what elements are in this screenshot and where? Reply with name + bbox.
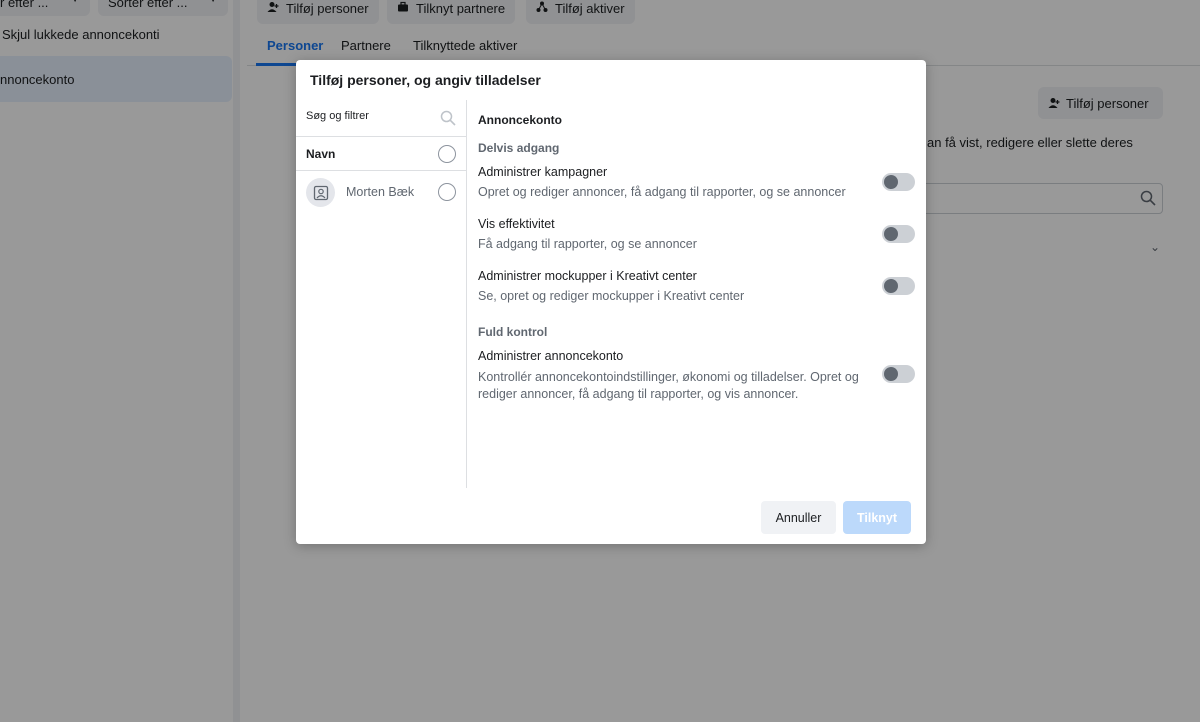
- section-title-ad-account: Annoncekonto: [478, 113, 562, 127]
- person-list-item[interactable]: Morten Bæk: [296, 172, 466, 212]
- manage-campaigns-toggle[interactable]: [882, 173, 915, 191]
- toggle-knob: [884, 279, 898, 293]
- column-divider: [466, 100, 467, 488]
- permission-description: Opret og rediger annoncer, få adgang til…: [478, 185, 846, 199]
- add-people-dialog: Tilføj personer, og angiv tilladelser Na…: [296, 60, 926, 544]
- manage-mockups-toggle[interactable]: [882, 277, 915, 295]
- select-all-radio[interactable]: [438, 145, 456, 163]
- permission-title: Administrer kampagner: [478, 165, 608, 179]
- permission-title: Administrer mockupper i Kreativt center: [478, 269, 697, 283]
- group-label-partial-access: Delvis adgang: [478, 141, 560, 155]
- permission-description: Kontrollér annoncekontoindstillinger, øk…: [478, 370, 859, 401]
- dialog-title: Tilføj personer, og angiv tilladelser: [310, 72, 541, 88]
- person-select-radio[interactable]: [438, 183, 456, 201]
- person-name: Morten Bæk: [346, 185, 415, 199]
- permission-description: Få adgang til rapporter, og se annoncer: [478, 237, 697, 251]
- cancel-button[interactable]: Annuller: [761, 501, 836, 534]
- permission-description: Se, opret og rediger mockupper i Kreativ…: [478, 289, 745, 303]
- name-header-row: Navn: [296, 137, 466, 171]
- connect-button[interactable]: Tilknyt: [843, 501, 911, 534]
- toggle-knob: [884, 175, 898, 189]
- search-icon: [440, 110, 456, 126]
- avatar-placeholder-icon: [313, 185, 328, 200]
- toggle-knob: [884, 227, 898, 241]
- permission-title: Administrer annoncekonto: [478, 349, 624, 363]
- permission-title: Vis effektivitet: [478, 217, 555, 231]
- view-performance-toggle[interactable]: [882, 225, 915, 243]
- group-label-full-control: Fuld kontrol: [478, 325, 548, 339]
- people-search-field[interactable]: [306, 110, 426, 122]
- avatar: [306, 178, 335, 207]
- manage-ad-account-toggle[interactable]: [882, 365, 915, 383]
- toggle-knob: [884, 367, 898, 381]
- people-search-row: [296, 100, 466, 137]
- name-column-header: Navn: [306, 147, 336, 161]
